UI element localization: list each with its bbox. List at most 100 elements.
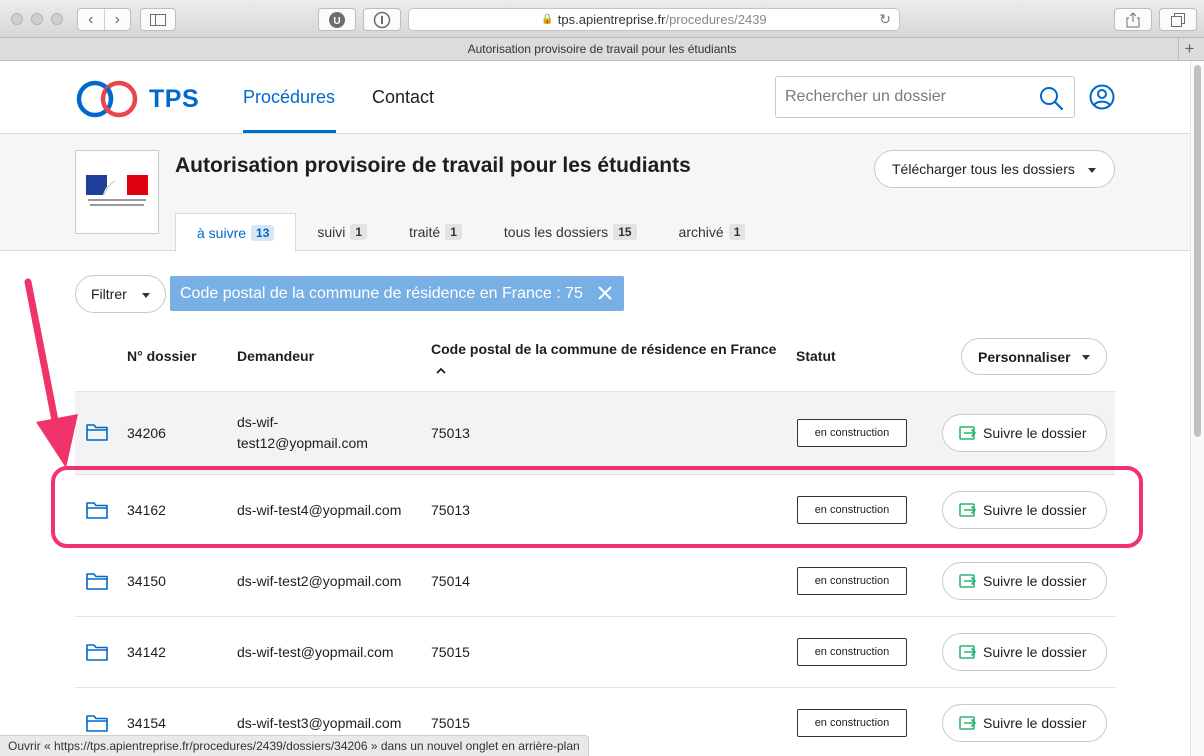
status-badge: en construction: [797, 709, 907, 737]
close-window-icon[interactable]: [11, 13, 23, 25]
procedure-title: Autorisation provisoire de travail pour …: [175, 154, 691, 177]
search-input[interactable]: [776, 88, 1026, 106]
tab-label: tous les dossiers: [503, 224, 609, 240]
folder-icon[interactable]: [86, 423, 108, 441]
column-header-number[interactable]: N° dossier: [127, 348, 196, 364]
follow-label: Suivre le dossier: [983, 644, 1087, 660]
tab-suivi[interactable]: suivi 1: [296, 213, 388, 251]
column-header-postal-code[interactable]: Code postal de la commune de résidence e…: [431, 341, 776, 357]
tab-count-badge: 1: [445, 224, 462, 240]
nav-procedures[interactable]: Procédures: [243, 87, 335, 108]
follow-label: Suivre le dossier: [983, 425, 1087, 441]
follow-label: Suivre le dossier: [983, 573, 1087, 589]
customize-columns-button[interactable]: Personnaliser: [961, 338, 1107, 375]
scrollbar-thumb[interactable]: [1194, 65, 1201, 437]
url-bar[interactable]: 🔒 tps.apientreprise.fr/procedures/2439 ↻: [408, 8, 900, 31]
status-badge: en construction: [797, 567, 907, 595]
table-row[interactable]: 34142 ds-wif-test@yopmail.com 75015 en c…: [75, 617, 1115, 687]
svg-text:U: U: [333, 16, 340, 27]
download-all-button[interactable]: Télécharger tous les dossiers: [874, 150, 1115, 188]
follow-dossier-button[interactable]: Suivre le dossier: [942, 414, 1107, 452]
table-row[interactable]: 34150 ds-wif-test2@yopmail.com 75014 en …: [75, 546, 1115, 616]
user-account-icon[interactable]: [1089, 84, 1115, 110]
requester-email-continued[interactable]: test12@yopmail.com: [237, 433, 368, 453]
follow-label: Suivre le dossier: [983, 715, 1087, 731]
browser-toolbar: ‹ › U 🔒 tps.apientreprise.fr/procedures/…: [0, 0, 1204, 38]
tab-label: à suivre: [197, 224, 247, 241]
nav-contact[interactable]: Contact: [372, 87, 434, 108]
postal-code: 75014: [431, 573, 470, 589]
search-icon[interactable]: [1039, 86, 1063, 110]
filter-button[interactable]: Filtrer: [75, 275, 166, 313]
tab-archive[interactable]: archivé 1: [658, 213, 767, 251]
tab-tous-les-dossiers[interactable]: tous les dossiers 15: [483, 213, 658, 251]
tabs-overview-icon[interactable]: [1159, 8, 1197, 31]
folder-icon[interactable]: [86, 714, 108, 732]
chevron-down-icon: [142, 293, 150, 298]
scrollbar[interactable]: [1190, 61, 1204, 756]
sort-ascending-icon[interactable]: [436, 367, 446, 374]
browser-tab-title: Autorisation provisoire de travail pour …: [467, 42, 737, 56]
logo-text: TPS: [149, 84, 200, 113]
url-host: tps.apientreprise.fr: [557, 12, 666, 27]
tab-label: archivé: [678, 224, 724, 240]
column-header-status[interactable]: Statut: [796, 348, 836, 364]
postal-code: 75015: [431, 644, 470, 660]
postal-code: 75013: [431, 425, 470, 441]
extension-info-icon[interactable]: [363, 8, 401, 31]
requester-email[interactable]: ds-wif-test@yopmail.com: [237, 642, 394, 662]
postal-code: 75015: [431, 715, 470, 731]
highlight-box: [51, 466, 1143, 548]
minimize-window-icon[interactable]: [31, 13, 43, 25]
reload-icon[interactable]: ↻: [879, 11, 891, 28]
follow-icon: [959, 716, 977, 730]
republique-francaise-logo: [75, 150, 159, 234]
folder-icon[interactable]: [86, 572, 108, 590]
follow-dossier-button[interactable]: Suivre le dossier: [942, 704, 1107, 742]
search-box: [775, 76, 1075, 118]
nav-active-indicator: [243, 130, 336, 133]
tab-count-badge: 15: [613, 224, 637, 240]
filter-label: Filtrer: [91, 286, 127, 302]
chevron-down-icon: [1088, 168, 1096, 173]
link-status-text: Ouvrir « https://tps.apientreprise.fr/pr…: [8, 739, 580, 753]
folder-icon[interactable]: [86, 643, 108, 661]
column-header-requester[interactable]: Demandeur: [237, 348, 314, 364]
extension-u-icon[interactable]: U: [318, 8, 356, 31]
chevron-down-icon: [1082, 355, 1090, 360]
lock-icon: 🔒: [541, 14, 554, 25]
sidebar-toggle-icon[interactable]: [140, 8, 176, 31]
table-row[interactable]: 34154 ds-wif-test3@yopmail.com 75015 en …: [75, 688, 1115, 742]
history-nav: ‹ ›: [77, 8, 131, 31]
requester-email[interactable]: ds-wif-test2@yopmail.com: [237, 571, 401, 591]
requester-email[interactable]: ds-wif-: [237, 412, 278, 432]
table-row[interactable]: 34206 ds-wif- test12@yopmail.com 75013 e…: [75, 392, 1115, 474]
back-icon[interactable]: ‹: [78, 9, 105, 30]
download-all-label: Télécharger tous les dossiers: [892, 161, 1075, 177]
follow-icon: [959, 426, 977, 440]
dossier-number[interactable]: 34206: [127, 423, 166, 443]
tab-a-suivre[interactable]: à suivre 13: [175, 213, 297, 252]
tps-logo-icon: [76, 80, 138, 118]
requester-email[interactable]: ds-wif-test3@yopmail.com: [237, 713, 401, 733]
tps-logo[interactable]: TPS: [75, 79, 199, 119]
dossier-tabs: à suivre 13 suivi 1 traité 1 tous les do…: [175, 213, 767, 252]
active-filter-label: Code postal de la commune de résidence e…: [180, 284, 583, 302]
tab-label: suivi: [317, 224, 346, 240]
dossier-number[interactable]: 34150: [127, 571, 166, 591]
tab-traite[interactable]: traité 1: [388, 213, 483, 251]
follow-dossier-button[interactable]: Suivre le dossier: [942, 562, 1107, 600]
dossier-number[interactable]: 34142: [127, 642, 166, 662]
new-tab-icon[interactable]: +: [1178, 38, 1200, 60]
status-badge: en construction: [797, 638, 907, 666]
share-icon[interactable]: [1114, 8, 1152, 31]
follow-icon: [959, 574, 977, 588]
remove-filter-icon[interactable]: [596, 284, 614, 302]
zoom-window-icon[interactable]: [51, 13, 63, 25]
forward-icon[interactable]: ›: [105, 9, 131, 30]
status-badge: en construction: [797, 419, 907, 447]
follow-dossier-button[interactable]: Suivre le dossier: [942, 633, 1107, 671]
dossier-number[interactable]: 34154: [127, 713, 166, 733]
url-path: /procedures/2439: [665, 12, 767, 27]
browser-tab[interactable]: Autorisation provisoire de travail pour …: [0, 38, 1204, 61]
